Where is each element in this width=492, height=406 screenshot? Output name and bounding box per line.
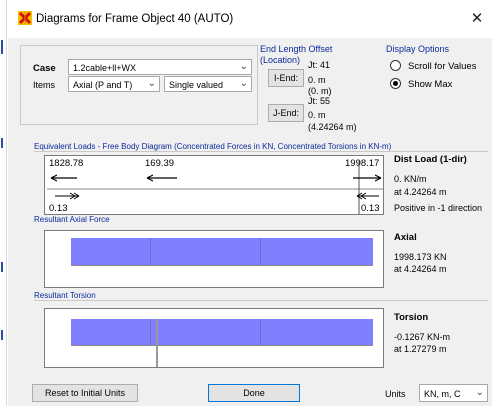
axial-baseline [71, 265, 373, 266]
torsion-diagram [44, 308, 384, 368]
desktop-edge [0, 0, 7, 406]
show-max-radio[interactable] [390, 78, 401, 89]
iend-joint: Jt: 41 [308, 60, 331, 70]
axial-info-value: 1998.173 KN [394, 252, 447, 262]
close-button[interactable]: ✕ [465, 8, 489, 30]
dialog-window: Diagrams for Frame Object 40 (AUTO) ✕ Ca… [8, 0, 492, 406]
left-torsion-arrow-icon [55, 192, 80, 200]
end-length-offset-title: End Length Offset [260, 44, 333, 54]
mode-combo[interactable]: Single valued ⌄ [164, 76, 252, 92]
axial-info-title: Axial [394, 232, 417, 243]
case-label: Case [33, 63, 56, 74]
equivalent-loads-panel: 1828.78 169.39 1998.17 0.13 0.13 Dist Lo… [34, 151, 488, 217]
display-options-group: Display Options Scroll for Values Show M… [376, 40, 488, 100]
mid-force-arrow-icon [146, 174, 177, 182]
iend-offset: 0. m [308, 75, 326, 85]
torsion-segment-divider [260, 319, 261, 345]
torsion-info-value: -0.1267 KN-m [394, 332, 451, 342]
display-options-title: Display Options [386, 44, 450, 54]
iend-location: (0. m) [308, 86, 332, 96]
sap-app-icon [18, 11, 32, 25]
free-body-arrows [47, 160, 383, 214]
torsion-segment-divider [150, 319, 151, 345]
jend-joint: Jt: 55 [308, 96, 331, 106]
axial-panel: Axial 1998.173 KN at 4.24264 m [34, 222, 488, 292]
case-combo[interactable]: 1.2cable+ll+WX ⌄ [68, 59, 252, 75]
chevron-down-icon: ⌄ [475, 387, 484, 398]
iend-button[interactable]: I-End: [268, 69, 304, 87]
dist-load-note: Positive in -1 direction [394, 203, 483, 213]
mode-value: Single valued [169, 80, 224, 90]
chevron-down-icon: ⌄ [147, 78, 156, 89]
edge-marker [1, 40, 3, 54]
units-combo[interactable]: KN, m, C ⌄ [419, 384, 488, 402]
jend-location: (4.24264 m) [308, 122, 357, 132]
units-value: KN, m, C [424, 389, 461, 399]
show-max-label: Show Max [408, 79, 453, 90]
free-body-diagram: 1828.78 169.39 1998.17 0.13 0.13 [44, 155, 384, 215]
equivalent-loads-title: Equivalent Loads - Free Body Diagram (Co… [34, 142, 392, 151]
scroll-for-values-radio[interactable] [390, 60, 401, 71]
left-torsion-value: 0.13 [49, 203, 68, 214]
torsion-location-marker [156, 319, 158, 367]
edge-marker [1, 262, 3, 272]
axial-segment-divider [260, 238, 261, 265]
torsion-panel: Torsion -0.1267 KN-m at 1.27279 m [34, 300, 488, 370]
torsion-baseline [71, 345, 373, 346]
dist-load-title: Dist Load (1-dir) [394, 154, 467, 165]
show-max-option[interactable]: Show Max [390, 77, 488, 91]
right-torsion-arrow-icon [356, 192, 379, 200]
units-label: Units [385, 389, 406, 399]
torsion-info-location: at 1.27279 m [394, 344, 447, 354]
jend-offset: 0. m [308, 110, 326, 120]
chevron-down-icon: ⌄ [239, 78, 248, 89]
end-length-offset-group: End Length Offset (Location) Jt: 41 I-En… [258, 40, 388, 152]
right-torsion-value: 0.13 [361, 203, 380, 214]
torsion-section-title: Resultant Torsion [34, 291, 96, 300]
items-value: Axial (P and T) [73, 80, 133, 90]
axial-force-bar [71, 238, 373, 265]
torsion-info-title: Torsion [394, 312, 429, 323]
torsion-bar [71, 319, 373, 345]
end-length-offset-subtitle: (Location) [260, 55, 301, 65]
reset-units-button[interactable]: Reset to Initial Units [32, 384, 138, 402]
dist-load-location: at 4.24264 m [394, 187, 447, 197]
case-value: 1.2cable+ll+WX [73, 63, 137, 73]
title-bar[interactable]: Diagrams for Frame Object 40 (AUTO) ✕ [8, 0, 492, 38]
axial-info-location: at 4.24264 m [394, 264, 447, 274]
edge-marker [1, 330, 3, 340]
left-force-arrow-icon [50, 174, 77, 182]
axial-segment-divider [150, 238, 151, 265]
scroll-for-values-option[interactable]: Scroll for Values [390, 59, 488, 73]
case-group: Case 1.2cable+ll+WX ⌄ Items Axial (P and… [20, 45, 258, 125]
edge-marker [1, 138, 3, 148]
jend-button[interactable]: J-End: [268, 104, 304, 122]
items-combo[interactable]: Axial (P and T) ⌄ [68, 76, 160, 92]
right-force-arrow-icon [353, 174, 382, 182]
done-button[interactable]: Done [208, 384, 300, 402]
items-label: Items [33, 80, 56, 90]
dist-load-value: 0. KN/m [394, 174, 427, 184]
chevron-down-icon: ⌄ [239, 61, 248, 72]
axial-diagram [44, 230, 384, 288]
window-title: Diagrams for Frame Object 40 (AUTO) [36, 13, 234, 25]
scroll-for-values-label: Scroll for Values [408, 61, 477, 72]
